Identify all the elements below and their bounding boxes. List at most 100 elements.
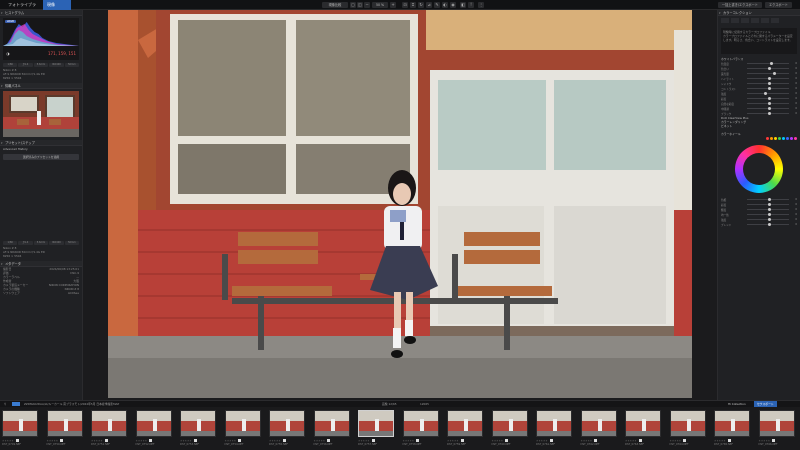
pick-flag-icon[interactable] — [594, 439, 598, 442]
filmstrip-thumbnail[interactable] — [2, 410, 38, 437]
section-vignette[interactable]: ビネット — [718, 124, 800, 128]
color-swatch[interactable] — [782, 137, 785, 140]
slider-track[interactable] — [747, 62, 789, 65]
slider-value[interactable]: 0 — [789, 92, 797, 95]
local-adjust-icon[interactable]: ◐ — [442, 2, 448, 8]
pick-flag-icon[interactable] — [15, 439, 19, 442]
redeye-icon[interactable]: ◉ — [450, 2, 456, 8]
slider-knob[interactable] — [768, 198, 771, 201]
slider-track[interactable] — [747, 112, 789, 115]
slider-knob[interactable] — [768, 107, 771, 110]
slider-track[interactable] — [747, 67, 789, 70]
filmstrip-thumbnail[interactable] — [313, 410, 350, 437]
slider-value[interactable]: 0 — [789, 208, 797, 211]
tool-detail-icon[interactable] — [741, 18, 749, 23]
zoom-out-icon[interactable]: − — [364, 2, 370, 8]
filmstrip-thumbnail[interactable] — [180, 410, 216, 437]
color-swatch[interactable] — [794, 137, 797, 140]
rotate-icon[interactable]: ↻ — [418, 2, 424, 8]
slider-track[interactable] — [747, 87, 789, 90]
filmstrip-thumbnail[interactable] — [447, 410, 483, 437]
pick-flag-icon[interactable] — [327, 439, 331, 442]
pick-flag-icon[interactable] — [772, 439, 776, 442]
slider-knob[interactable] — [768, 102, 771, 105]
folder-icon[interactable] — [12, 402, 20, 406]
color-swatch[interactable] — [774, 137, 777, 140]
slider-knob[interactable] — [768, 213, 771, 216]
slider-track[interactable] — [747, 92, 789, 95]
color-space-badge[interactable]: sRGB — [5, 20, 16, 23]
slider-knob[interactable] — [768, 208, 771, 211]
slider-value[interactable]: 0 — [789, 82, 797, 85]
slider-knob[interactable] — [768, 97, 771, 100]
slider-knob[interactable] — [770, 62, 774, 65]
tool-local-icon[interactable] — [761, 18, 769, 23]
filmstrip-thumbnail[interactable] — [402, 410, 439, 437]
pick-flag-icon[interactable] — [549, 439, 553, 442]
filmstrip-thumbnail[interactable] — [135, 410, 172, 437]
pick-flag-icon[interactable] — [193, 439, 197, 442]
slider-track[interactable] — [747, 72, 789, 75]
filmstrip-thumbnail[interactable] — [758, 410, 795, 437]
slider-value[interactable]: 0 — [789, 198, 797, 201]
filmstrip-thumbnail[interactable] — [491, 410, 528, 437]
color-swatch[interactable] — [786, 137, 789, 140]
slider-knob[interactable] — [768, 67, 771, 70]
filmstrip-thumbnail[interactable] — [669, 410, 706, 437]
tab-develop[interactable]: 現像 — [43, 0, 71, 10]
slider-knob[interactable] — [768, 82, 771, 85]
slider-knob[interactable] — [768, 112, 771, 115]
color-correction-header[interactable]: カラーコレクション — [718, 10, 800, 16]
tool-light-icon[interactable] — [721, 18, 729, 23]
zoom-level[interactable]: 50 % — [372, 2, 388, 8]
slider-value[interactable]: 0 — [789, 218, 797, 221]
batch-export-button[interactable]: 一括上書き/エクスポート — [717, 2, 762, 8]
slider-value[interactable]: 0 — [789, 77, 797, 80]
presets-header[interactable]: プリセット/ステップ — [0, 140, 82, 146]
repair-icon[interactable]: ✎ — [434, 2, 440, 8]
color-swatch[interactable] — [770, 137, 773, 140]
filmstrip-thumbnail[interactable] — [358, 410, 394, 437]
straighten-icon[interactable]: ⊿ — [426, 2, 432, 8]
color-swatch[interactable] — [766, 137, 769, 140]
slider-value[interactable]: 0 — [789, 72, 797, 75]
clip-shadow-icon[interactable]: ◑ — [6, 51, 10, 56]
slider-track[interactable] — [747, 203, 789, 206]
crop-icon[interactable]: ⌗ — [410, 2, 416, 8]
filmstrip-thumbnail[interactable] — [714, 410, 750, 437]
slider-track[interactable] — [747, 82, 789, 85]
tab-photo-library[interactable]: フォトライブラリ — [4, 0, 42, 17]
slider-knob[interactable] — [768, 77, 771, 80]
grid-icon[interactable]: ⋮ — [478, 2, 484, 8]
pick-flag-icon[interactable] — [460, 439, 464, 442]
slider-value[interactable]: 0 — [789, 107, 797, 110]
filmstrip-thumbnail[interactable] — [46, 410, 83, 437]
main-photo[interactable] — [108, 10, 692, 398]
collection-label[interactable]: Hi Collection — [728, 402, 746, 406]
histogram-header[interactable]: ヒストグラム — [0, 10, 82, 16]
slider-value[interactable]: 0 — [789, 97, 797, 100]
slider-knob[interactable] — [763, 92, 767, 95]
tool-color-icon[interactable] — [731, 18, 739, 23]
slider-knob[interactable] — [768, 223, 771, 226]
metadata-header[interactable]: メタデータ — [0, 261, 82, 267]
slider-track[interactable] — [747, 198, 789, 201]
slider-knob[interactable] — [773, 72, 777, 75]
export-button[interactable]: エクスポート — [764, 2, 792, 8]
slider-track[interactable] — [747, 107, 789, 110]
advanced-history-label[interactable]: Advanced History — [0, 146, 82, 152]
slider-knob[interactable] — [768, 87, 771, 90]
warning-icon[interactable]: ! — [468, 2, 474, 8]
zoom-in-icon[interactable]: + — [390, 2, 396, 8]
slider-track[interactable] — [747, 213, 789, 216]
slider-value[interactable]: 0 — [789, 102, 797, 105]
slider-track[interactable] — [747, 102, 789, 105]
pick-flag-icon[interactable] — [149, 439, 153, 442]
split-view-icon[interactable]: ◫ — [357, 2, 363, 8]
pick-flag-icon[interactable] — [60, 439, 64, 442]
filter-icon[interactable]: ⚲ — [4, 402, 6, 406]
slider-track[interactable] — [747, 97, 789, 100]
slider-track[interactable] — [747, 77, 789, 80]
slider-value[interactable]: 0 — [789, 203, 797, 206]
compare-button[interactable]: 現像比較 — [322, 2, 348, 8]
